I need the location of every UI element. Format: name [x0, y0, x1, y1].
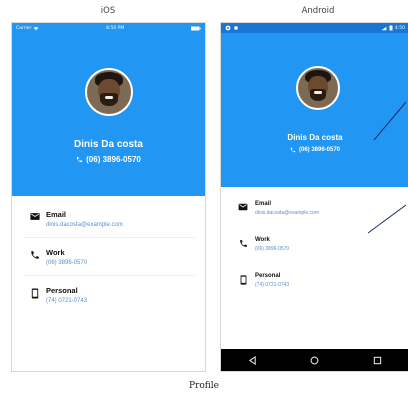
- contact-row-email[interactable]: Email dinis.dacosta@example.com: [24, 200, 195, 238]
- contact-value[interactable]: (74) 0721-0743: [255, 282, 289, 288]
- contact-value[interactable]: (06) 3896-0570: [255, 246, 289, 252]
- android-clock: 4:50: [394, 25, 405, 31]
- contact-label: Work: [46, 248, 65, 257]
- figure-caption: Profile: [189, 381, 219, 391]
- contact-list: Email dinis.dacosta@example.com Work (06…: [12, 196, 205, 314]
- contact-row-personal[interactable]: Personal (74) 0721-0743: [231, 265, 399, 301]
- settings-icon: [225, 25, 231, 31]
- contact-label: Work: [255, 237, 270, 243]
- email-icon: [30, 213, 40, 220]
- phone-icon: [77, 156, 83, 163]
- contact-value[interactable]: (06) 3896-0570: [46, 260, 87, 266]
- phone-icon: [290, 147, 296, 153]
- mobile-icon: [31, 288, 39, 299]
- android-status-bar: 4:50: [221, 23, 408, 33]
- android-label: Android: [301, 6, 335, 16]
- contact-label: Email: [46, 210, 67, 219]
- signal-icon: [381, 26, 387, 30]
- ios-clock: 8:50 PM: [106, 25, 125, 31]
- pointer-arrow: [373, 101, 407, 141]
- contact-value[interactable]: dinis.dacosta@example.com: [46, 222, 123, 228]
- mobile-icon: [240, 275, 246, 285]
- android-screen: 4:50 Dinis Da costa (06) 3896-0570 Email…: [220, 22, 408, 372]
- ios-status-bar: Carrier 8:50 PM: [12, 23, 205, 33]
- avatar[interactable]: [85, 68, 133, 116]
- email-icon: [238, 203, 248, 211]
- contact-row-work[interactable]: Work (06) 3896-0570: [24, 238, 195, 276]
- ios-screen: Carrier 8:50 PM Dinis Da costa (06) 3896…: [11, 22, 206, 372]
- carrier-label: Carrier: [16, 25, 32, 31]
- home-icon[interactable]: [310, 356, 319, 365]
- battery-icon: [191, 26, 201, 30]
- profile-phone: (06) 3896-0570: [12, 155, 205, 164]
- contact-value[interactable]: dinis.dacosta@example.com: [255, 210, 319, 216]
- contact-label: Personal: [46, 286, 78, 295]
- battery-icon: [389, 25, 393, 31]
- contact-value[interactable]: (74) 0721-0743: [46, 298, 87, 304]
- profile-header: Dinis Da costa (06) 3896-0570: [12, 33, 205, 196]
- contact-label: Personal: [255, 273, 281, 279]
- avatar[interactable]: [296, 66, 340, 110]
- pointer-arrow: [367, 204, 407, 234]
- android-nav-bar: [221, 349, 408, 371]
- profile-name: Dinis Da costa: [74, 139, 143, 150]
- wifi-icon: [33, 26, 39, 30]
- contact-row-personal[interactable]: Personal (74) 0721-0743: [24, 276, 195, 314]
- recents-icon[interactable]: [373, 356, 382, 365]
- ios-label: iOS: [100, 6, 116, 16]
- back-icon[interactable]: [248, 355, 257, 365]
- profile-phone-text: (06) 3896-0570: [298, 147, 341, 153]
- profile-phone: (06) 3896-0570: [221, 147, 408, 153]
- notification-icon: [234, 26, 238, 30]
- phone-icon: [31, 251, 39, 259]
- contact-label: Email: [255, 201, 272, 207]
- profile-phone-text: (06) 3896-0570: [86, 155, 141, 164]
- phone-icon: [239, 240, 247, 247]
